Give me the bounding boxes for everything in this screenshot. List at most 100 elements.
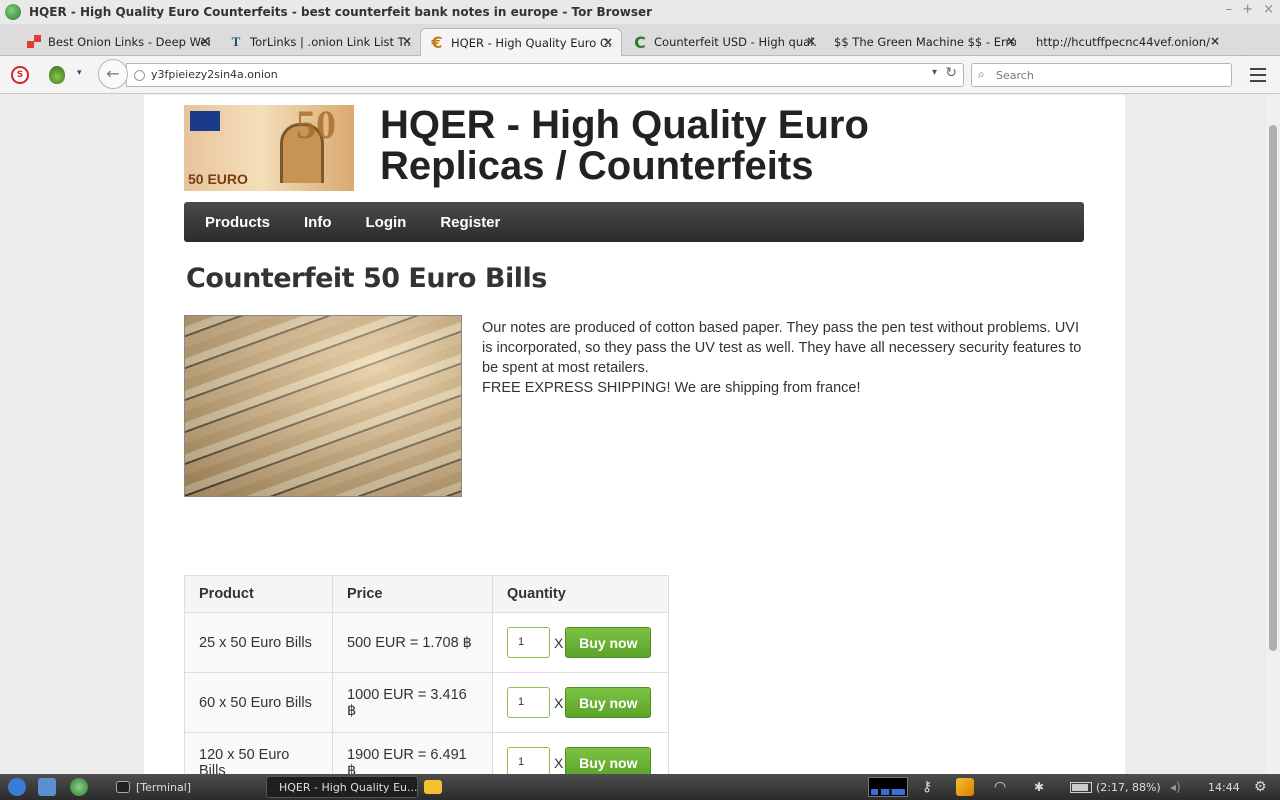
url-text[interactable]: y3fpieiezy2sin4a.onion bbox=[151, 68, 278, 81]
product-name: 60 x 50 Euro Bills bbox=[184, 672, 333, 733]
euro-icon: € bbox=[431, 33, 443, 52]
search-input[interactable] bbox=[996, 67, 1216, 83]
system-taskbar: [Terminal] HQER - High Quality Eu... ⚷ ◠… bbox=[0, 774, 1280, 800]
close-tab-icon[interactable]: × bbox=[200, 34, 210, 48]
taskbar-terminal[interactable]: [Terminal] bbox=[110, 776, 260, 798]
product-description: Our notes are produced of cotton based p… bbox=[482, 318, 1082, 398]
close-tab-icon[interactable]: × bbox=[1006, 34, 1016, 48]
scrollbar-thumb[interactable] bbox=[1269, 125, 1277, 651]
clock[interactable]: 14:44 bbox=[1208, 777, 1240, 797]
cpu-monitor-graph bbox=[868, 777, 908, 797]
home-folder-icon[interactable] bbox=[38, 777, 62, 797]
maximize-button[interactable]: + bbox=[1242, 2, 1253, 17]
table-header-row: Product Price Quantity bbox=[184, 575, 669, 613]
close-tab-icon[interactable]: × bbox=[806, 34, 816, 48]
table-row: 25 x 50 Euro Bills 500 EUR = 1.708 ฿ 1XB… bbox=[184, 612, 669, 673]
quantity-input[interactable]: 1 bbox=[507, 627, 550, 658]
tab-label: $$ The Green Machine $$ - Error bbox=[834, 35, 1016, 49]
taskbar-browser-label: HQER - High Quality Eu... bbox=[279, 780, 418, 794]
buy-now-button[interactable]: Buy now bbox=[565, 747, 652, 774]
header-price: Price bbox=[332, 575, 493, 613]
menu-register[interactable]: Register bbox=[429, 214, 511, 231]
noscript-icon[interactable]: S bbox=[11, 66, 29, 84]
tab-torlinks[interactable]: T TorLinks | .onion Link List T... × bbox=[220, 28, 420, 56]
site-title: HQER - High Quality Euro Replicas / Coun… bbox=[380, 103, 869, 188]
times-sign: X bbox=[554, 694, 564, 711]
close-tab-icon[interactable]: × bbox=[1210, 34, 1220, 48]
main-menu: Products Info Login Register bbox=[184, 202, 1084, 242]
app-menu-icon[interactable] bbox=[8, 777, 32, 797]
folder-icon[interactable] bbox=[424, 777, 448, 797]
update-notifier-icon[interactable] bbox=[956, 777, 980, 797]
menu-icon[interactable] bbox=[1250, 68, 1266, 82]
window-controls: – + × bbox=[1226, 2, 1274, 17]
shipping-text: FREE EXPRESS SHIPPING! We are shipping f… bbox=[482, 380, 861, 396]
chevron-down-icon[interactable]: ▾ bbox=[77, 68, 82, 78]
product-name: 25 x 50 Euro Bills bbox=[184, 612, 333, 673]
quantity-cell: 1 X Buy now bbox=[492, 732, 669, 774]
euro-banknote-logo: 50 50 EURO bbox=[184, 105, 354, 191]
quantity-cell: 1 X Buy now bbox=[492, 612, 669, 673]
battery-indicator[interactable]: (2:17, 88%) bbox=[1070, 777, 1161, 797]
window-titlebar: HQER - High Quality Euro Counterfeits - … bbox=[0, 0, 1280, 24]
tab-green-machine[interactable]: $$ The Green Machine $$ - Error × bbox=[826, 28, 1024, 56]
browser-launcher-icon[interactable] bbox=[70, 777, 94, 797]
banknote-stacks-image bbox=[184, 315, 462, 497]
search-icon: ⌕ bbox=[978, 67, 985, 81]
url-bar[interactable]: y3fpieiezy2sin4a.onion ▾ ↻ bbox=[126, 63, 964, 87]
table-row: 60 x 50 Euro Bills 1000 EUR = 3.416 ฿ 1X… bbox=[184, 672, 669, 733]
times-sign: X bbox=[554, 634, 564, 651]
page-viewport: 50 50 EURO HQER - High Quality Euro Repl… bbox=[0, 95, 1266, 774]
volume-icon[interactable]: ◂) bbox=[1170, 777, 1181, 797]
nav-bar: S ▾ y3fpieiezy2sin4a.onion ▾ ↻ ← ⌕ bbox=[0, 56, 1280, 94]
close-tab-icon[interactable]: × bbox=[603, 35, 613, 49]
menu-products[interactable]: Products bbox=[194, 214, 281, 231]
tab-best-onion-links[interactable]: Best Onion Links - Deep Web × bbox=[18, 28, 218, 56]
quantity-cell: 1 X Buy now bbox=[492, 672, 669, 733]
table-row: 120 x 50 Euro Bills 1900 EUR = 6.491 ฿ 1… bbox=[184, 732, 669, 774]
product-name: 120 x 50 Euro Bills bbox=[184, 732, 333, 774]
tab-label: http://hcutffpecnc44vef.onion/ bbox=[1036, 35, 1210, 49]
logo-text: 50 EURO bbox=[188, 171, 248, 187]
keyring-icon[interactable]: ⚷ bbox=[922, 777, 932, 797]
tor-onion-button[interactable] bbox=[49, 66, 65, 84]
close-tab-icon[interactable]: × bbox=[402, 34, 412, 48]
menu-info[interactable]: Info bbox=[293, 214, 343, 231]
terminal-icon bbox=[116, 781, 130, 793]
close-window-button[interactable]: × bbox=[1263, 2, 1274, 17]
menu-login[interactable]: Login bbox=[355, 214, 418, 231]
quantity-input[interactable]: 1 bbox=[507, 687, 550, 718]
minimize-button[interactable]: – bbox=[1226, 2, 1233, 17]
product-price: 1000 EUR = 3.416 ฿ bbox=[332, 672, 493, 733]
buy-now-button[interactable]: Buy now bbox=[565, 687, 652, 718]
wifi-icon[interactable]: ◠ bbox=[994, 777, 1006, 797]
torlinks-t-icon: T bbox=[231, 34, 241, 49]
battery-text: (2:17, 88%) bbox=[1096, 780, 1161, 794]
settings-gear-icon[interactable]: ⚙ bbox=[1254, 777, 1267, 797]
description-text: Our notes are produced of cotton based p… bbox=[482, 320, 1082, 376]
eu-flag-icon bbox=[190, 111, 220, 131]
quantity-input[interactable]: 1 bbox=[507, 747, 550, 774]
tab-label: Best Onion Links - Deep Web bbox=[48, 35, 210, 49]
taskbar-browser[interactable]: HQER - High Quality Eu... bbox=[266, 776, 418, 798]
product-price: 500 EUR = 1.708 ฿ bbox=[332, 612, 493, 673]
tab-counterfeit-usd[interactable]: C Counterfeit USD - High qual... × bbox=[624, 28, 824, 56]
url-dropdown-icon[interactable]: ▾ bbox=[932, 67, 937, 78]
site-identity-icon[interactable] bbox=[134, 70, 145, 81]
reload-icon[interactable]: ↻ bbox=[945, 65, 957, 81]
red-squares-icon bbox=[26, 34, 42, 50]
buy-now-button[interactable]: Buy now bbox=[565, 627, 652, 658]
header-quantity: Quantity bbox=[492, 575, 669, 613]
search-box[interactable]: ⌕ bbox=[971, 63, 1232, 87]
battery-icon bbox=[1070, 781, 1092, 793]
c-logo-icon: C bbox=[634, 32, 646, 52]
vertical-scrollbar[interactable] bbox=[1266, 95, 1280, 774]
header-product: Product bbox=[184, 575, 333, 613]
tab-hqer[interactable]: € HQER - High Quality Euro C... × bbox=[420, 28, 622, 56]
bluetooth-icon[interactable]: ✱ bbox=[1034, 777, 1044, 797]
taskbar-terminal-label: [Terminal] bbox=[136, 780, 192, 794]
tab-hcutff[interactable]: http://hcutffpecnc44vef.onion/ × bbox=[1028, 28, 1228, 56]
tor-globe-icon bbox=[5, 4, 21, 20]
back-button[interactable]: ← bbox=[98, 59, 128, 89]
tab-label: Counterfeit USD - High qual... bbox=[654, 35, 816, 49]
